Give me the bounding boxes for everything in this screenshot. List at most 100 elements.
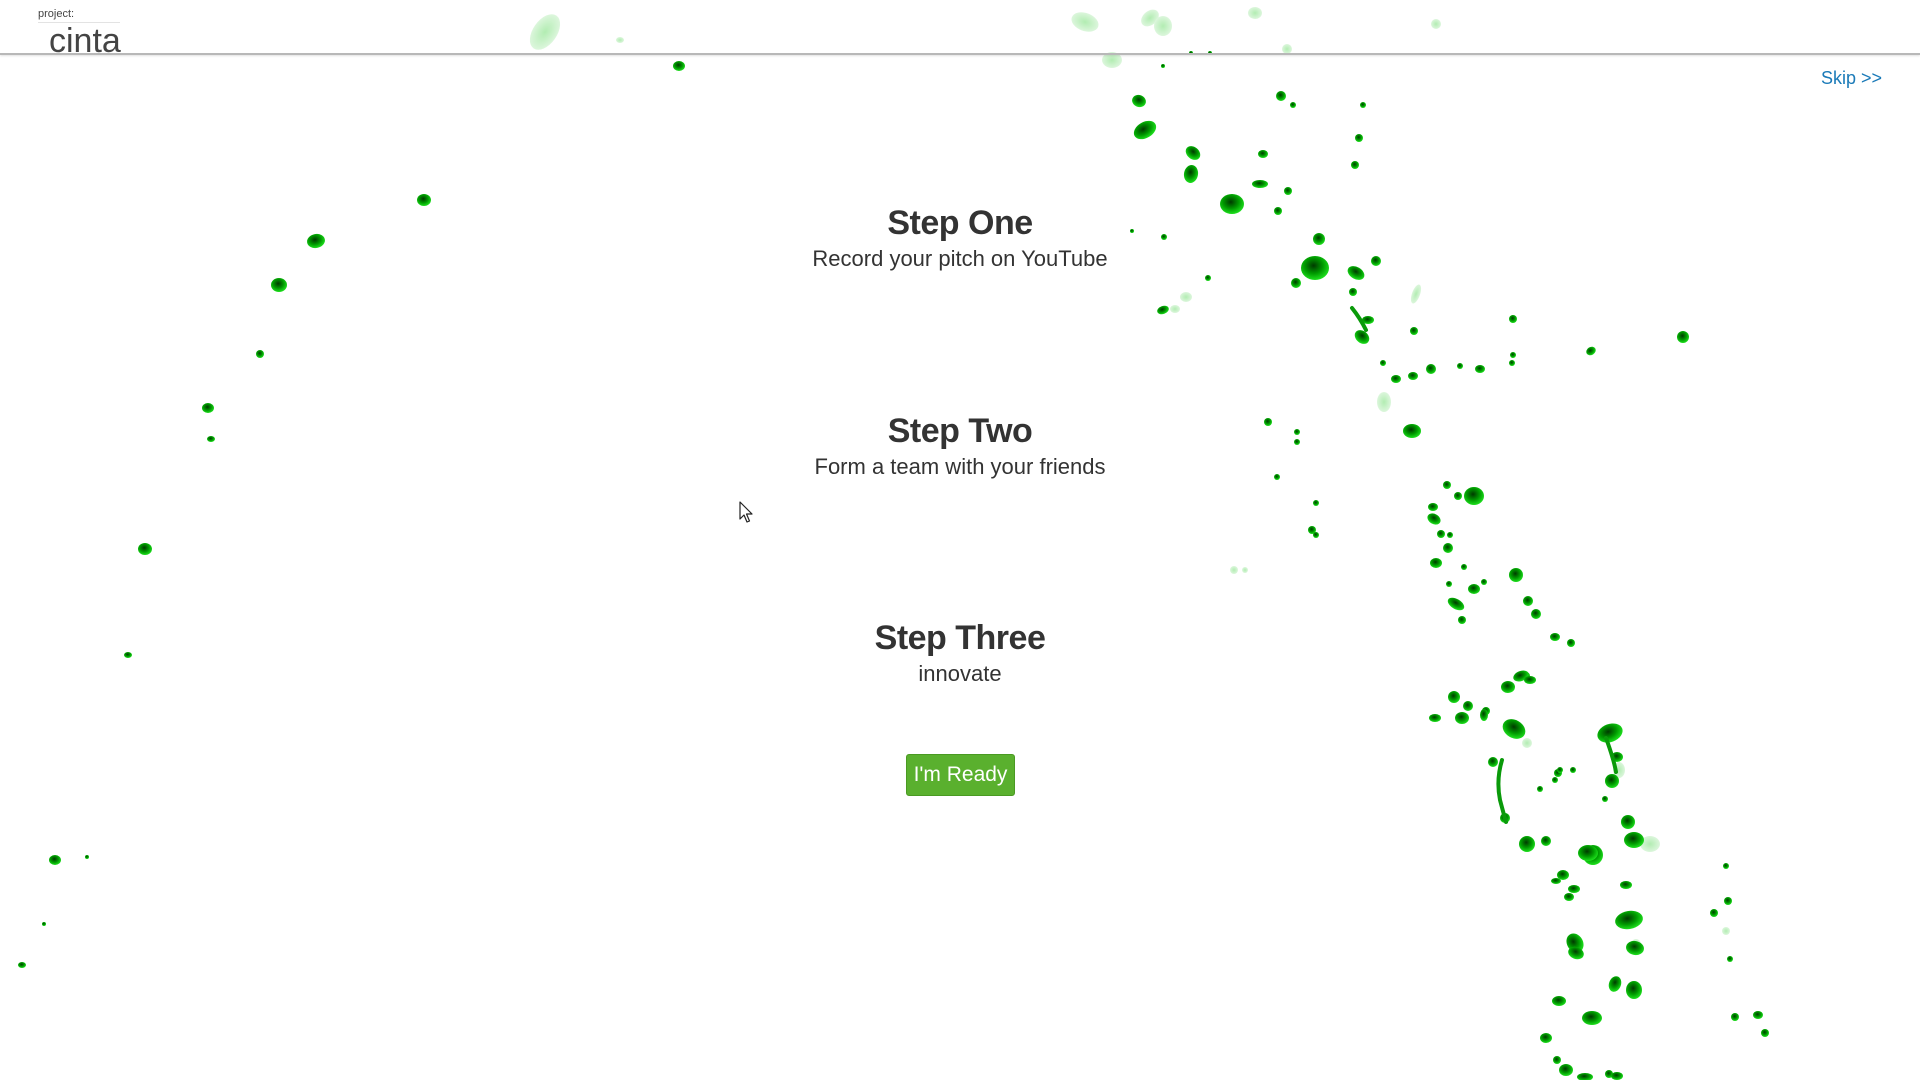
- paint-drop: [1578, 845, 1598, 861]
- paint-drop-faint: [1377, 392, 1391, 412]
- onboarding-page: project: cinta Skip >> Step One Record y…: [0, 0, 1920, 1080]
- project-name[interactable]: cinta: [49, 22, 121, 60]
- green-paint-splatter-background: [18, 7, 1769, 1080]
- paint-drop: [1447, 532, 1453, 538]
- paint-drop: [1437, 530, 1445, 538]
- paint-drop: [1723, 863, 1729, 869]
- paint-streak: [1604, 736, 1618, 774]
- paint-drop: [1428, 503, 1438, 511]
- step-title: Step One: [887, 204, 1033, 242]
- paint-drop: [1463, 701, 1473, 711]
- paint-drop: [1161, 64, 1165, 68]
- paint-drop: [1624, 832, 1644, 848]
- paint-drop: [1468, 584, 1480, 594]
- paint-drop-faint: [1640, 836, 1660, 852]
- paint-drop: [42, 922, 46, 926]
- paint-drop: [1252, 180, 1268, 188]
- paint-drop: [1615, 910, 1643, 930]
- paint-drop: [1380, 360, 1386, 366]
- paint-drop: [85, 855, 89, 859]
- paint-drop: [673, 61, 685, 71]
- paint-drop-faint: [1613, 762, 1625, 778]
- paint-drop: [1537, 786, 1543, 792]
- paint-drop: [1608, 976, 1622, 992]
- paint-drop: [1258, 150, 1268, 158]
- paint-drop: [1290, 102, 1296, 108]
- paint-drop: [1446, 581, 1452, 587]
- paint-drop: [1354, 330, 1370, 344]
- paint-drop-faint: [1522, 738, 1532, 748]
- paint-drop: [1626, 940, 1644, 956]
- paint-drop: [1308, 526, 1316, 534]
- paint-drop: [1429, 714, 1441, 722]
- paint-drop: [1605, 774, 1619, 788]
- paint-drop: [1509, 315, 1517, 323]
- paint-drop: [1349, 288, 1357, 296]
- paint-drop: [1157, 305, 1169, 315]
- paint-drop: [1710, 909, 1718, 917]
- paint-drop: [1480, 709, 1488, 721]
- paint-drop: [1621, 815, 1635, 829]
- paint-drop: [1626, 981, 1642, 999]
- paint-drop: [1430, 558, 1442, 568]
- paint-drop: [1133, 120, 1157, 140]
- paint-drop: [1276, 91, 1286, 101]
- paint-streak: [1350, 306, 1368, 332]
- skip-link[interactable]: Skip >>: [1821, 68, 1882, 89]
- paint-drop: [1570, 767, 1576, 773]
- paint-drop: [1205, 275, 1211, 281]
- paint-drop: [1582, 1011, 1602, 1025]
- paint-drop: [256, 350, 264, 358]
- step-one: Step One Record your pitch on YouTube: [0, 203, 1920, 273]
- paint-drop: [1500, 813, 1510, 823]
- paint-drop: [1132, 94, 1146, 108]
- step-title: Step Three: [874, 619, 1046, 657]
- paint-drop-faint: [1242, 567, 1248, 573]
- paint-drop: [1351, 161, 1359, 169]
- paint-drop: [1540, 1033, 1552, 1043]
- paint-drop: [1554, 769, 1562, 777]
- paint-drop: [1509, 568, 1523, 582]
- paint-drop: [1509, 360, 1515, 366]
- paint-drop: [1564, 893, 1574, 901]
- paint-drop: [1605, 1070, 1613, 1078]
- paint-drop: [1724, 897, 1732, 905]
- paint-drop: [1510, 352, 1516, 358]
- paint-drop: [1284, 187, 1292, 195]
- paint-drop: [1481, 579, 1487, 585]
- paint-drop-faint: [1410, 284, 1422, 304]
- paint-drop: [1597, 723, 1623, 743]
- paint-drop: [49, 855, 61, 865]
- paint-drop: [1443, 543, 1453, 553]
- step-three: Step Three innovate: [0, 618, 1920, 688]
- paint-drop: [1677, 331, 1689, 343]
- paint-drop: [1362, 316, 1374, 324]
- paint-drop-faint: [1170, 305, 1180, 313]
- paint-drop: [18, 962, 26, 968]
- paint-drop: [1313, 500, 1319, 506]
- paint-drop: [1291, 278, 1301, 288]
- paint-drop: [1566, 933, 1584, 953]
- paint-drop: [1753, 1011, 1763, 1019]
- paint-drop: [1519, 836, 1535, 852]
- paint-drop: [1583, 845, 1603, 865]
- im-ready-button[interactable]: I'm Ready: [906, 754, 1015, 796]
- paint-drop: [1611, 752, 1623, 762]
- step-description: Record your pitch on YouTube: [812, 246, 1108, 271]
- paint-drop: [271, 278, 287, 292]
- paint-drop: [1408, 372, 1418, 380]
- step-title: Step Two: [887, 412, 1033, 450]
- paint-drop: [1551, 878, 1561, 884]
- paint-drop-faint: [1180, 292, 1192, 302]
- paint-drop: [1360, 102, 1366, 108]
- paint-drop: [1761, 1029, 1769, 1037]
- paint-drop: [1552, 996, 1566, 1006]
- paint-drop-faint: [1722, 927, 1730, 935]
- paint-drop: [1410, 327, 1418, 335]
- paint-drop: [1559, 1064, 1573, 1076]
- project-label: project:: [38, 8, 120, 23]
- paint-drop: [1185, 146, 1201, 160]
- step-description: Form a team with your friends: [814, 454, 1106, 479]
- paint-drop: [1455, 712, 1469, 724]
- paint-drop-faint: [1230, 566, 1238, 574]
